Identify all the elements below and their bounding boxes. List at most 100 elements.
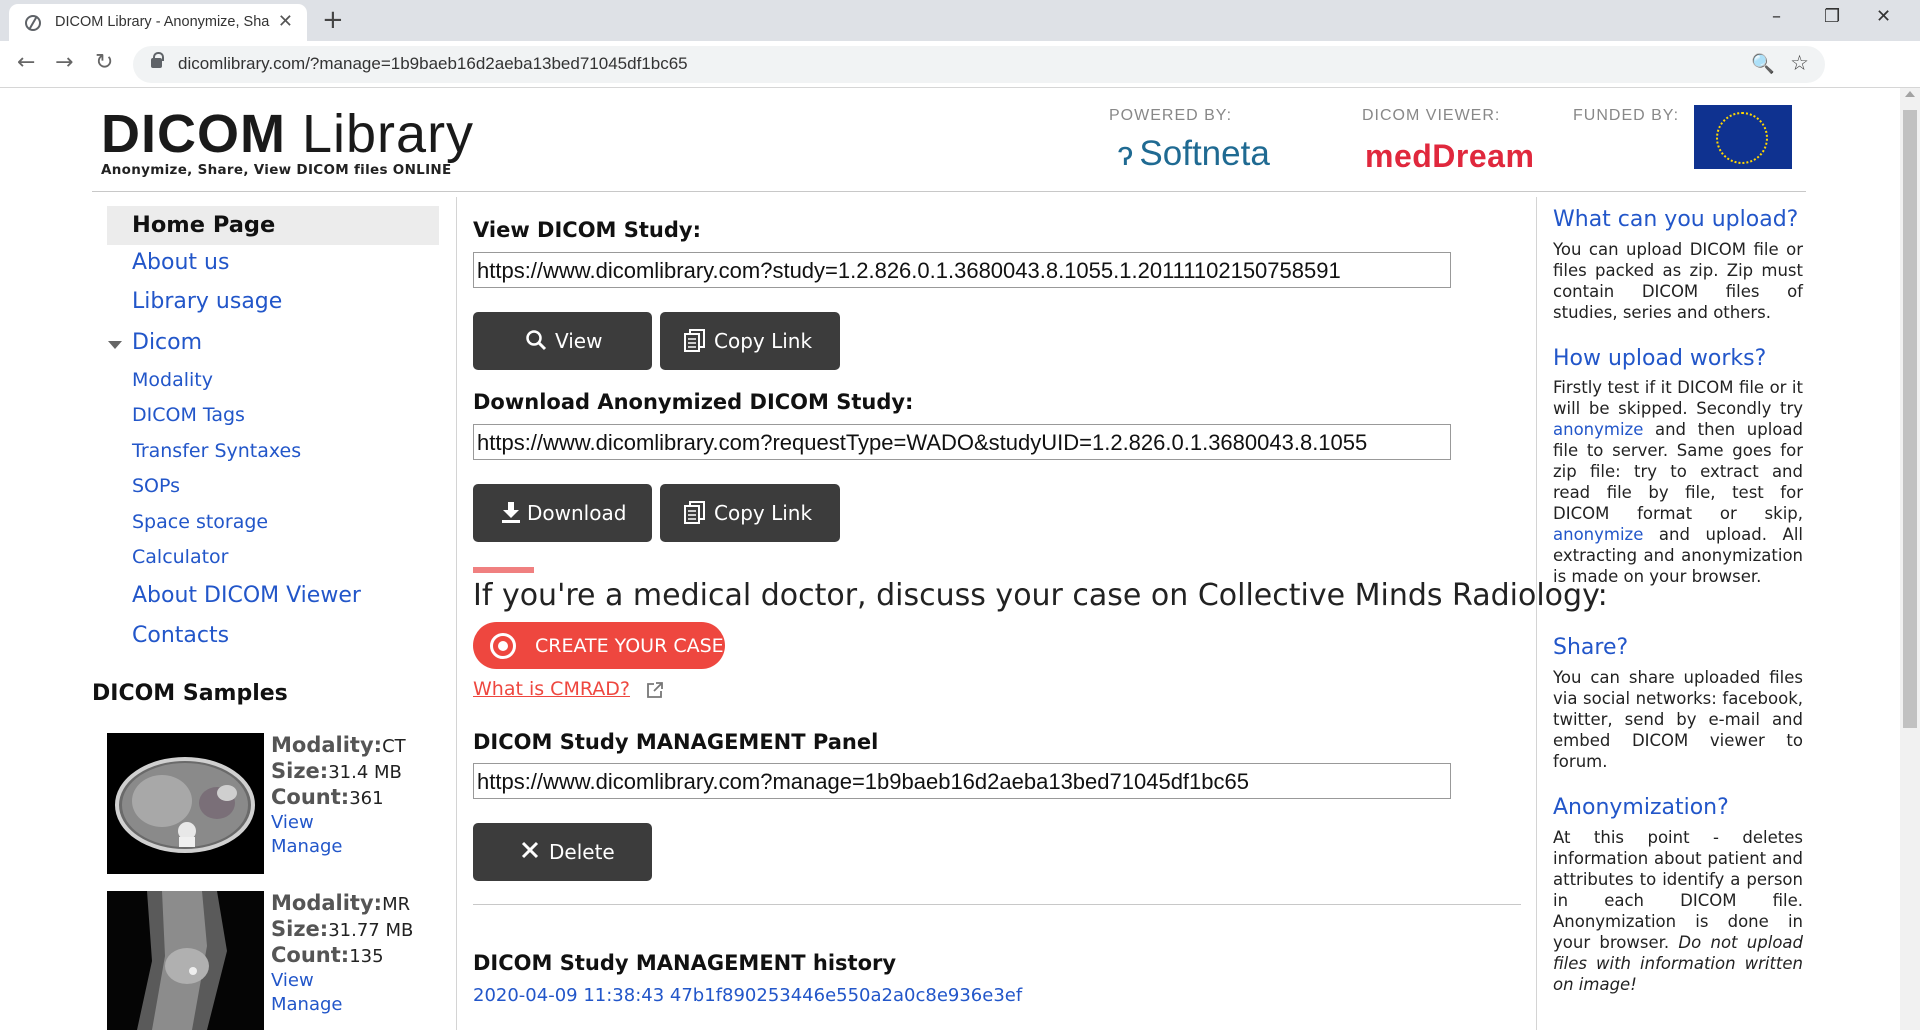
close-window-button[interactable]: ✕	[1876, 6, 1891, 27]
sample-ct-thumbnail[interactable]	[107, 733, 264, 874]
what-is-cmrad-link[interactable]: What is CMRAD?	[473, 678, 630, 700]
lock-icon	[151, 52, 164, 68]
nav-dicom[interactable]: Dicom	[132, 330, 202, 355]
maximize-button[interactable]: ❐	[1824, 6, 1840, 27]
caret-down-icon[interactable]	[108, 341, 122, 349]
copy-icon	[684, 329, 706, 358]
faq-what-can-upload[interactable]: What can you upload?	[1553, 207, 1798, 232]
new-tab-button[interactable]: +	[322, 5, 344, 35]
zoom-icon[interactable]: 🔍	[1751, 52, 1775, 75]
scrollbar-thumb[interactable]	[1903, 110, 1917, 728]
download-study-title: Download Anonymized DICOM Study:	[473, 390, 914, 414]
sample-size-value: 31.4 MB	[328, 762, 402, 783]
download-study-url-field[interactable]: https://www.dicomlibrary.com?requestType…	[473, 424, 1451, 460]
nav-space-storage[interactable]: Space storage	[132, 511, 268, 533]
bookmark-star-icon[interactable]: ☆	[1790, 51, 1809, 75]
download-icon	[500, 501, 522, 528]
faq-share[interactable]: Share?	[1553, 635, 1628, 660]
sample-ct-info: Modality:CT Size:31.4 MB Count:361 View …	[271, 733, 406, 859]
copy-view-link-button[interactable]: Copy Link	[660, 312, 840, 370]
view-study-title: View DICOM Study:	[473, 218, 701, 242]
eu-stars-icon	[1716, 112, 1768, 164]
nav-calculator[interactable]: Calculator	[132, 546, 228, 568]
anonymize-link[interactable]: anonymize	[1553, 525, 1643, 544]
address-bar: ← → ↻ dicomlibrary.com/?manage=1b9baeb16…	[0, 41, 1920, 88]
faq-what-can-upload-answer: You can upload DICOM file or files packe…	[1553, 240, 1803, 322]
sample-manage-link[interactable]: Manage	[271, 835, 406, 859]
sample-size-value: 31.77 MB	[328, 920, 414, 941]
dicom-viewer-label: DICOM VIEWER:	[1362, 107, 1501, 124]
reload-button[interactable]: ↻	[95, 50, 113, 75]
view-study-url-field[interactable]: https://www.dicomlibrary.com?study=1.2.8…	[473, 252, 1451, 288]
tab-close-icon[interactable]: ✕	[278, 11, 293, 32]
funded-by-label: FUNDED BY:	[1573, 107, 1680, 124]
right-column-divider	[1536, 197, 1537, 1030]
nav-contacts[interactable]: Contacts	[132, 623, 229, 648]
faq-how-upload-works[interactable]: How upload works?	[1553, 346, 1766, 371]
sample-modality-key: Modality:	[271, 891, 383, 915]
tab-title: DICOM Library - Anonymize, Sha	[55, 14, 270, 30]
nav-about-dicom-viewer[interactable]: About DICOM Viewer	[132, 583, 361, 608]
sample-size-key: Size:	[271, 917, 329, 941]
download-button-label: Download	[527, 501, 627, 525]
softneta-logo[interactable]: ɂ Softneta	[1118, 134, 1270, 174]
delete-button[interactable]: Delete	[473, 823, 652, 881]
copy-icon	[684, 501, 706, 530]
browser-tab[interactable]: DICOM Library - Anonymize, Sha ✕	[9, 4, 307, 41]
page-scrollbar[interactable]	[1900, 88, 1920, 1030]
nav-home-page[interactable]: Home Page	[107, 206, 439, 245]
powered-by-label: POWERED BY:	[1109, 107, 1233, 124]
sample-count-value: 135	[349, 946, 384, 967]
meddream-logo[interactable]: medDream	[1365, 138, 1534, 175]
url-text[interactable]: dicomlibrary.com/?manage=1b9baeb16d2aeba…	[178, 54, 688, 74]
cmrad-heading: If you're a medical doctor, discuss your…	[473, 578, 1608, 613]
external-link-icon[interactable]	[646, 681, 664, 704]
sample-manage-link[interactable]: Manage	[271, 993, 413, 1017]
nav-modality[interactable]: Modality	[132, 369, 213, 391]
sample-size-key: Size:	[271, 759, 329, 783]
management-history-title: DICOM Study MANAGEMENT history	[473, 951, 897, 975]
logo-light-text: Library	[285, 104, 475, 164]
omnibox[interactable]: dicomlibrary.com/?manage=1b9baeb16d2aeba…	[133, 46, 1825, 83]
eu-flag-logo	[1694, 105, 1792, 169]
faq-answer-text: Firstly test if it DICOM file or it will…	[1553, 378, 1803, 418]
sample-view-link[interactable]: View	[271, 969, 413, 993]
anonymize-link[interactable]: anonymize	[1553, 420, 1643, 439]
nav-dicom-tags[interactable]: DICOM Tags	[132, 404, 245, 426]
sample-count-value: 361	[349, 788, 384, 809]
view-button-label: View	[555, 329, 603, 353]
sample-view-link[interactable]: View	[271, 811, 406, 835]
copy-link-label: Copy Link	[714, 501, 813, 525]
create-your-case-button[interactable]: CREATE YOUR CASE	[473, 622, 725, 669]
faq-anonymization[interactable]: Anonymization?	[1553, 795, 1729, 820]
sample-mr-thumbnail[interactable]	[107, 891, 264, 1030]
scroll-up-arrow-icon[interactable]	[1905, 91, 1915, 97]
left-column-divider	[456, 197, 457, 1030]
back-button[interactable]: ←	[17, 50, 35, 75]
history-entry-link[interactable]: 2020-04-09 11:38:43 47b1f890253446e550a2…	[473, 985, 1022, 1006]
create-case-label: CREATE YOUR CASE	[535, 635, 724, 657]
nav-sops[interactable]: SOPs	[132, 475, 180, 497]
softneta-text: Softneta	[1139, 134, 1270, 173]
sample-modality-value: CT	[382, 736, 406, 757]
browser-tab-bar: DICOM Library - Anonymize, Sha ✕ + – ❐ ✕	[0, 0, 1920, 41]
forward-button[interactable]: →	[55, 50, 73, 75]
management-panel-title: DICOM Study MANAGEMENT Panel	[473, 730, 879, 754]
search-icon	[525, 329, 547, 356]
nav-transfer-syntaxes[interactable]: Transfer Syntaxes	[132, 440, 301, 462]
view-button[interactable]: View	[473, 312, 652, 370]
close-icon	[520, 840, 540, 865]
cmrad-accent-bar	[473, 567, 534, 573]
sample-modality-key: Modality:	[271, 733, 383, 757]
copy-link-label: Copy Link	[714, 329, 813, 353]
site-logo[interactable]: DICOM Library Anonymize, Share, View DIC…	[101, 107, 474, 178]
sample-count-key: Count:	[271, 943, 350, 967]
sample-modality-value: MR	[382, 894, 411, 915]
faq-share-answer: You can share uploaded files via social …	[1553, 668, 1803, 771]
nav-library-usage[interactable]: Library usage	[132, 289, 282, 314]
nav-about-us[interactable]: About us	[132, 250, 229, 275]
minimize-button[interactable]: –	[1772, 6, 1781, 27]
download-button[interactable]: Download	[473, 484, 652, 542]
copy-download-link-button[interactable]: Copy Link	[660, 484, 840, 542]
management-url-field[interactable]: https://www.dicomlibrary.com?manage=1b9b…	[473, 763, 1451, 799]
